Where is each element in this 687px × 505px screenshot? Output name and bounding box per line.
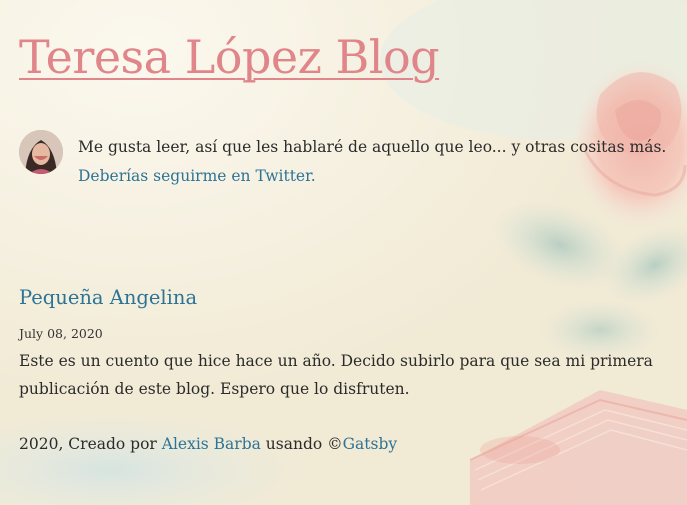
footer-middle: usando © [260, 435, 343, 453]
bio-text: Me gusta leer, así que les hablaré de aq… [78, 138, 667, 156]
site-footer: 2020, Creado por Alexis Barba usando ©Ga… [19, 435, 397, 453]
post-excerpt: Este es un cuento que hice hace un año. … [19, 352, 653, 398]
post-date: July 08, 2020 [19, 326, 103, 341]
blog-title-link[interactable]: Teresa López Blog [19, 30, 440, 84]
twitter-link[interactable]: Deberías seguirme en Twitter. [78, 167, 316, 185]
footer-prefix: 2020, Creado por [19, 435, 162, 453]
gatsby-link[interactable]: Gatsby [343, 435, 398, 453]
author-link[interactable]: Alexis Barba [162, 435, 261, 453]
author-bio: Me gusta leer, así que les hablaré de aq… [78, 133, 678, 191]
post-title-link[interactable]: Pequeña Angelina [19, 286, 197, 309]
author-avatar [19, 130, 63, 174]
